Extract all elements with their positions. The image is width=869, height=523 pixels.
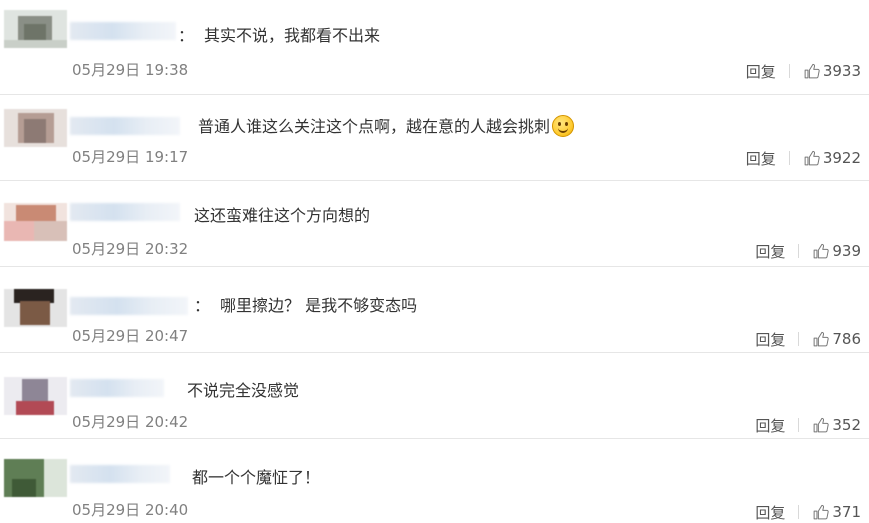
reply-button[interactable]: 回复 bbox=[746, 148, 776, 169]
comment-text: 普通人谁这么关注这个点啊，越在意的人越会挑刺 bbox=[198, 115, 575, 137]
comment-item: 不说完全没感觉 05月29日 20:42 回复 352 bbox=[0, 352, 869, 439]
avatar[interactable] bbox=[4, 10, 67, 48]
comment-body: 普通人谁这么关注这个点啊，越在意的人越会挑刺 bbox=[198, 117, 551, 136]
thumbs-up-icon bbox=[813, 417, 830, 432]
avatar[interactable] bbox=[4, 289, 67, 327]
username-blurred[interactable] bbox=[70, 465, 170, 483]
avatar[interactable] bbox=[4, 459, 67, 497]
thumbs-up-icon bbox=[813, 504, 830, 519]
reply-button[interactable]: 回复 bbox=[755, 502, 785, 523]
avatar[interactable] bbox=[4, 109, 67, 147]
comment-actions: 回复 939 bbox=[755, 241, 861, 261]
comment-body: 其实不说，我都看不出来 bbox=[204, 26, 381, 45]
like-count: 3933 bbox=[822, 62, 861, 80]
smiley-face-icon bbox=[552, 115, 575, 137]
like-button[interactable]: 939 bbox=[812, 242, 861, 260]
comment-text: 不说完全没感觉 bbox=[187, 381, 299, 401]
comment-body: 都一个个魔怔了！ bbox=[192, 468, 321, 487]
comment-actions: 回复 371 bbox=[755, 502, 861, 522]
name-colon: ： bbox=[178, 26, 195, 45]
username-blurred[interactable] bbox=[70, 117, 180, 135]
comment-actions: 回复 352 bbox=[755, 415, 861, 435]
like-count: 352 bbox=[832, 416, 861, 434]
comment-text: 都一个个魔怔了！ bbox=[192, 468, 320, 488]
divider bbox=[798, 505, 800, 519]
like-count: 939 bbox=[832, 242, 861, 260]
like-button[interactable]: 352 bbox=[812, 416, 861, 434]
thumbs-up-icon bbox=[804, 150, 820, 165]
like-count: 3922 bbox=[822, 149, 861, 167]
comment-item: ： 其实不说，我都看不出来 05月29日 19:38 回复 3933 bbox=[0, 0, 869, 87]
divider bbox=[798, 418, 800, 432]
username-blurred[interactable] bbox=[70, 22, 176, 40]
divider bbox=[798, 244, 800, 258]
username-blurred[interactable] bbox=[70, 297, 188, 315]
comment-text: 这还蛮难往这个方向想的 bbox=[194, 206, 370, 226]
avatar[interactable] bbox=[4, 203, 67, 241]
comment-actions: 回复 786 bbox=[755, 329, 861, 349]
thumbs-up-icon bbox=[813, 243, 830, 258]
comment-actions: 回复 3933 bbox=[746, 61, 861, 81]
reply-button[interactable]: 回复 bbox=[755, 241, 785, 262]
comment-list: ： 其实不说，我都看不出来 05月29日 19:38 回复 3933 普通人谁这么… bbox=[0, 0, 869, 522]
username-blurred[interactable] bbox=[70, 379, 164, 397]
thumbs-up-icon bbox=[804, 63, 820, 78]
comment-item: ： 哪里擦边？ 是我不够变态吗 05月29日 20:47 回复 786 bbox=[0, 266, 869, 353]
like-button[interactable]: 3933 bbox=[803, 62, 861, 80]
comment-body: 这还蛮难往这个方向想的 bbox=[194, 206, 371, 225]
comment-item: 都一个个魔怔了！ 05月29日 20:40 回复 371 bbox=[0, 438, 869, 522]
comment-time: 05月29日 20:40 bbox=[72, 501, 189, 519]
like-count: 786 bbox=[832, 330, 861, 348]
comment-body: 不说完全没感觉 bbox=[187, 381, 300, 400]
avatar[interactable] bbox=[4, 377, 67, 415]
username-blurred[interactable] bbox=[70, 203, 180, 221]
reply-button[interactable]: 回复 bbox=[755, 329, 785, 350]
like-button[interactable]: 371 bbox=[812, 503, 861, 521]
comment-actions: 回复 3922 bbox=[746, 148, 861, 168]
name-colon: ： bbox=[194, 296, 211, 315]
like-button[interactable]: 3922 bbox=[803, 149, 861, 167]
divider bbox=[788, 64, 790, 78]
comment-item: 普通人谁这么关注这个点啊，越在意的人越会挑刺 05月29日 19:17 回复 3… bbox=[0, 94, 869, 181]
divider bbox=[788, 151, 790, 165]
comment-body: 哪里擦边？ 是我不够变态吗 bbox=[220, 296, 418, 315]
comment-item: 这还蛮难往这个方向想的 05月29日 20:32 回复 939 bbox=[0, 180, 869, 267]
comment-text: ： 哪里擦边？ 是我不够变态吗 bbox=[194, 296, 417, 316]
reply-button[interactable]: 回复 bbox=[755, 415, 785, 436]
like-button[interactable]: 786 bbox=[812, 330, 861, 348]
comment-time: 05月29日 19:38 bbox=[72, 61, 189, 79]
comment-time: 05月29日 20:42 bbox=[72, 413, 189, 431]
reply-button[interactable]: 回复 bbox=[746, 61, 776, 82]
comment-time: 05月29日 19:17 bbox=[72, 148, 189, 166]
comment-text: ： 其实不说，我都看不出来 bbox=[178, 26, 380, 46]
thumbs-up-icon bbox=[813, 331, 830, 346]
divider bbox=[798, 332, 800, 346]
comment-time: 05月29日 20:47 bbox=[72, 327, 189, 345]
comment-time: 05月29日 20:32 bbox=[72, 240, 189, 258]
like-count: 371 bbox=[832, 503, 861, 521]
